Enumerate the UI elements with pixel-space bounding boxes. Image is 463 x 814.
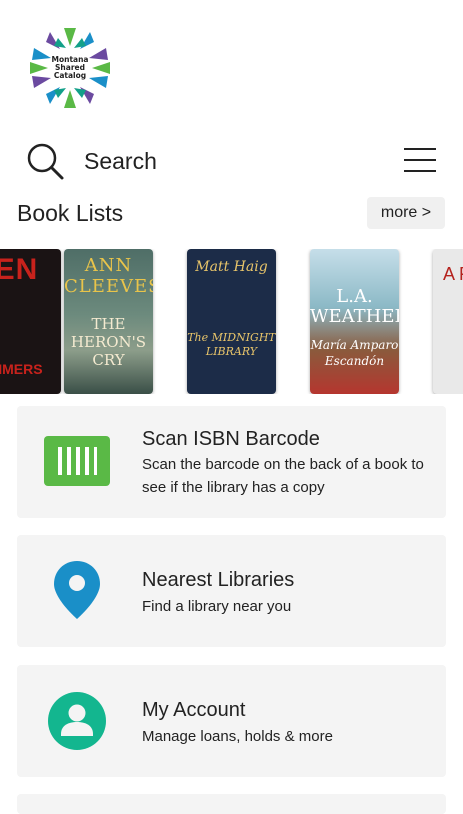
book-title: MMERS [0,361,43,377]
book-cover[interactable]: A FE [433,249,463,394]
card-title: My Account [142,699,246,721]
search-bar[interactable]: Search [0,140,463,186]
hamburger-menu-icon[interactable] [404,148,436,174]
book-cover[interactable]: ANN CLEEVES THE HERON'S CRY [64,249,153,394]
card-subtitle: Manage loans, holds & more [142,728,333,745]
book-title: L.A. WEATHER [310,286,399,327]
book-author: ANN CLEEVES [64,255,153,297]
logo-text-line3: Catalog [53,71,87,80]
book-title: THE HERON'S CRY [70,315,147,369]
barcode-icon [44,436,110,486]
book-title: The MIDNIGHT LIBRARY [187,331,276,358]
montana-shared-catalog-logo: Montana Shared Catalog [28,26,112,110]
card-subtitle: Find a library near you [142,598,292,615]
scan-isbn-card[interactable]: Scan ISBN Barcode Scan the barcode on th… [17,406,446,518]
book-lists-title: Book Lists [17,200,124,226]
more-button[interactable]: more > [367,197,445,229]
book-author: A FE [443,264,463,284]
search-label[interactable]: Search [84,148,157,175]
book-author: EN [0,253,39,286]
nearest-libraries-card[interactable]: Nearest Libraries Find a library near yo… [17,535,446,647]
book-cover[interactable]: EN MMERS [0,249,61,394]
card-subtitle: Scan the barcode on the back of a book t… [142,456,424,496]
book-author: Matt Haig [195,259,268,275]
book-author: María Amparo Escandón [310,338,399,368]
next-card-partial[interactable] [17,794,446,814]
card-title: Scan ISBN Barcode [142,428,320,450]
book-carousel[interactable]: EN MMERS ANN CLEEVES THE HERON'S CRY Mat… [0,249,463,394]
search-icon[interactable] [26,142,66,182]
book-cover[interactable]: Matt Haig The MIDNIGHT LIBRARY [187,249,276,394]
book-cover[interactable]: L.A. WEATHER María Amparo Escandón [310,249,399,394]
account-icon [48,692,106,750]
location-pin-icon [54,561,100,619]
card-title: Nearest Libraries [142,569,295,591]
my-account-card[interactable]: My Account Manage loans, holds & more [17,665,446,777]
